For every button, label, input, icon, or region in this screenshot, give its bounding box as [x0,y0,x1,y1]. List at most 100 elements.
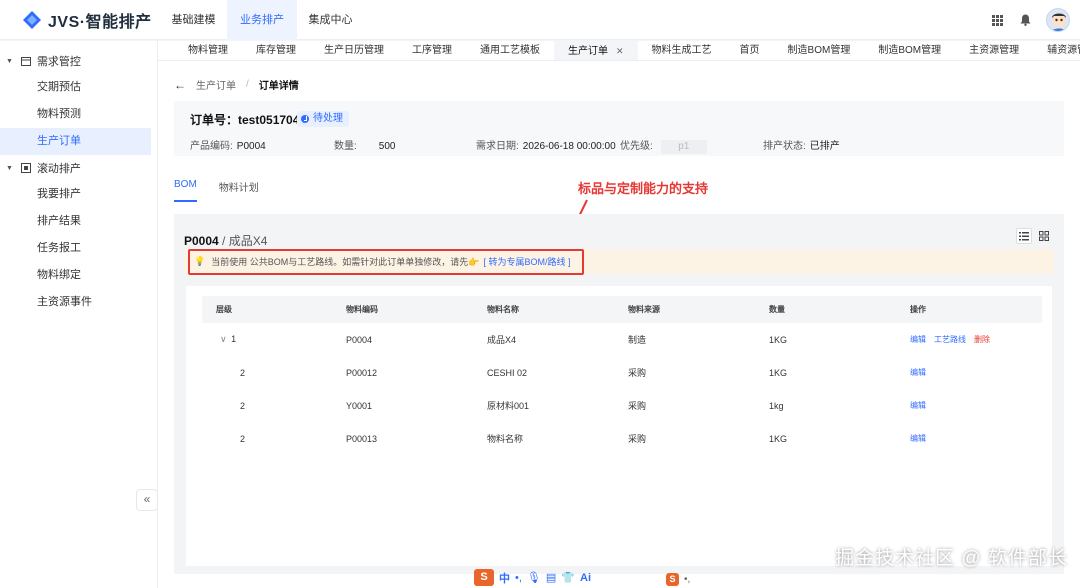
column-header: 层级 [202,296,346,323]
qty-cell: 1kg [769,400,784,411]
order-header: 订单号：test051704 待处理 产品编码: P0004 数量: 500 需求日… [174,101,1064,156]
page-tabs: 物料管理 库存管理 生产日历管理 工序管理 通用工艺模板 生产订单 ✕ 物料生成工… [158,41,1080,61]
ime-punctuation[interactable]: •, [684,574,690,585]
bom-table-card: 层级 物料编码 物料名称 物料来源 数量 操作 ∨ 1 P0004 成品X4 制… [186,286,1052,566]
chevron-down-icon[interactable]: ∨ [220,334,227,344]
sidebar-group-label: 滚动排产 [36,163,81,175]
ime-toolbar: S 中 •, 🎙 ▤ 👕 Ai [474,569,591,586]
level-cell: 2 [240,367,246,378]
table-row: 2 P00013 物料名称 采购 1KG 编辑 [202,422,1042,455]
breadcrumb-parent[interactable]: 生产订单 [196,77,236,92]
sidebar-group-rolling[interactable]: ▼ 滚动排产 [0,155,157,181]
meta-label: 优先级: [620,141,653,152]
edit-link[interactable]: 编辑 [910,401,926,410]
meta-value: P0004 [236,141,266,152]
tab-mbom-2[interactable]: 制造BOM管理 [864,41,955,60]
close-icon[interactable]: ✕ [616,46,624,56]
back-arrow-icon[interactable]: ← [174,78,186,92]
tab-material-process[interactable]: 物料生成工艺 [638,41,726,60]
meta-label: 需求日期: [476,141,519,152]
name-cell: 物料名称 [487,434,524,444]
ime-punctuation[interactable]: •, [515,572,522,584]
order-title: 订单号：test051704 [190,113,300,127]
detail-tabs: BOM 物料计划 [174,179,259,202]
priority-field: p1 [660,140,707,154]
ime-mini-toolbar: S •, [666,573,690,586]
tab-material-plan[interactable]: 物料计划 [219,179,259,202]
edit-link[interactable]: 编辑 [910,434,926,443]
topnav-item-integration[interactable]: 集成中心 [297,0,364,40]
convert-bom-link[interactable]: [ 转为专属BOM/路线 ] [483,255,570,268]
sidebar-item-production-order[interactable]: 生产订单 [0,128,151,155]
list-view-icon[interactable] [1016,228,1032,244]
sogou-ime-icon[interactable]: S [474,569,494,586]
grid-view-icon[interactable] [1036,228,1052,244]
bom-title: P0004 / 成品X4 [184,232,267,249]
tab-process[interactable]: 工序管理 [398,41,466,60]
avatar[interactable] [1046,8,1070,32]
sidebar-item-material-forecast[interactable]: 物料预测 [0,101,151,128]
status-badge: 待处理 [297,111,349,127]
bom-table: 层级 物料编码 物料名称 物料来源 数量 操作 ∨ 1 P0004 成品X4 制… [202,296,1042,455]
collapse-sidebar-button[interactable]: « [136,489,158,511]
bom-name: 成品X4 [228,234,268,248]
app-logo[interactable]: JVS·智能排产 [22,8,152,32]
tab-mbom-1[interactable]: 制造BOM管理 [774,41,865,60]
lightbulb-icon: 💡 [194,256,206,266]
tab-main-resource[interactable]: 主资源管理 [955,41,1033,60]
topnav-item-modeling[interactable]: 基础建模 [160,0,227,40]
column-header: 操作 [910,296,1042,323]
sidebar-group-label: 需求管控 [36,56,81,68]
edit-link[interactable]: 编辑 [910,335,926,344]
tab-material[interactable]: 物料管理 [158,41,242,60]
tab-label: 生产订单 [568,46,608,57]
caret-down-icon: ▼ [6,164,13,172]
bom-title-separator: / [218,234,229,248]
breadcrumb: ← 生产订单 / 订单详情 [174,77,299,93]
topnav-item-scheduling[interactable]: 业务排产 [227,0,297,40]
sidebar-item-delivery-estimate[interactable]: 交期预估 [0,74,151,101]
keyboard-icon[interactable]: ▤ [546,571,556,584]
tab-calendar[interactable]: 生产日历管理 [310,41,398,60]
qty-cell: 1KG [769,433,788,444]
breadcrumb-separator: / [246,79,249,90]
code-cell: P00012 [346,367,378,378]
tab-inventory[interactable]: 库存管理 [242,41,310,60]
sidebar-item-material-binding[interactable]: 物料绑定 [0,262,151,289]
tab-aux-resource[interactable]: 辅资源管理 [1033,41,1080,60]
apps-grid-icon[interactable] [990,13,1004,27]
table-row: ∨ 1 P0004 成品X4 制造 1KG 编辑 工艺路线 删除 [202,323,1042,356]
table-row: 2 P00012 CESHI 02 采购 1KG 编辑 [202,356,1042,389]
ops-cell: 编辑 工艺路线 删除 [910,323,1042,356]
sidebar-item-schedule-result[interactable]: 排产结果 [0,208,151,235]
sogou-ime-icon[interactable]: S [666,573,679,586]
process-route-link[interactable]: 工艺路线 [934,335,966,344]
edit-link[interactable]: 编辑 [910,368,926,377]
breadcrumb-current: 订单详情 [258,81,299,92]
tab-bom[interactable]: BOM [174,179,197,202]
microphone-icon[interactable]: 🎙 [527,571,541,584]
skin-icon[interactable]: 👕 [561,571,575,584]
sidebar-item-main-resource-event[interactable]: 主资源事件 [0,289,151,316]
main-content: ← 生产订单 / 订单详情 订单号：test051704 待处理 产品编码: P0… [158,61,1080,588]
ops-cell: 编辑 [910,356,1042,389]
ime-ai[interactable]: Ai [580,572,591,584]
sidebar-group-demand[interactable]: ▼ 需求管控 [0,48,157,74]
sidebar-item-task-report[interactable]: 任务报工 [0,235,151,262]
ime-chinese-mode[interactable]: 中 [499,570,510,586]
table-header-row: 层级 物料编码 物料名称 物料来源 数量 操作 [202,296,1042,323]
schedule-icon [20,163,31,173]
meta-due-date: 需求日期: 2026-06-18 00:00:00 [476,137,616,152]
delete-link[interactable]: 删除 [974,335,990,344]
bell-icon[interactable] [1018,13,1032,27]
tab-process-template[interactable]: 通用工艺模板 [466,41,554,60]
meta-schedule-status: 排产状态: 已排产 [763,137,840,152]
meta-value: 2026-06-18 00:00:00 [522,141,616,152]
tab-production-order[interactable]: 生产订单 ✕ [554,41,638,60]
sidebar: ▼ 需求管控 交期预估 物料预测 生产订单 ▼ 滚动排产 我要排产 排产结果 任… [0,41,158,588]
qty-cell: 1KG [769,334,788,345]
watermark: 掘金技术社区 @ 软件部长 [835,548,1068,569]
tab-home[interactable]: 首页 [726,41,774,60]
sidebar-item-do-schedule[interactable]: 我要排产 [0,181,151,208]
meta-quantity: 数量: 500 [334,137,395,152]
